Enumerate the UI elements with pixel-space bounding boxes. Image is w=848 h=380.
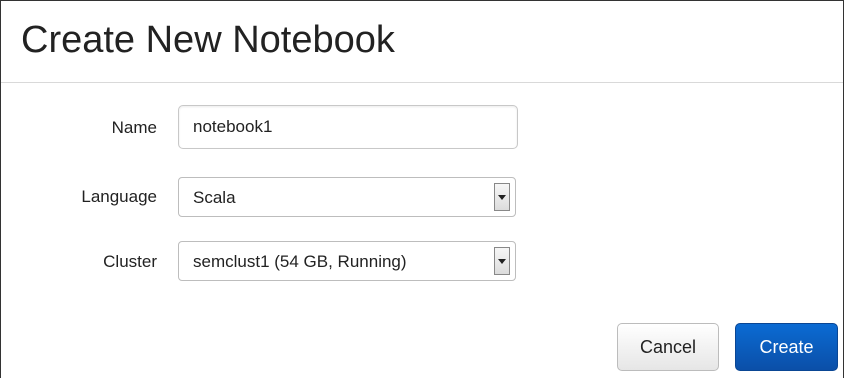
cancel-button[interactable]: Cancel xyxy=(617,323,719,371)
language-label: Language xyxy=(81,187,157,206)
chevron-down-icon[interactable] xyxy=(494,247,510,275)
language-select-value: Scala xyxy=(193,188,236,207)
cluster-select-value: semclust1 (54 GB, Running) xyxy=(193,252,407,271)
dialog-header: Create New Notebook xyxy=(1,1,843,83)
cluster-select[interactable]: semclust1 (54 GB, Running) xyxy=(178,241,516,281)
dialog-title: Create New Notebook xyxy=(21,19,395,61)
create-button[interactable]: Create xyxy=(735,323,838,371)
create-notebook-dialog: Create New Notebook Name Language Scala … xyxy=(0,0,844,378)
name-input[interactable] xyxy=(178,105,518,149)
cluster-label: Cluster xyxy=(103,252,157,271)
chevron-down-icon[interactable] xyxy=(494,183,510,211)
name-label: Name xyxy=(111,118,157,137)
language-select[interactable]: Scala xyxy=(178,177,516,217)
